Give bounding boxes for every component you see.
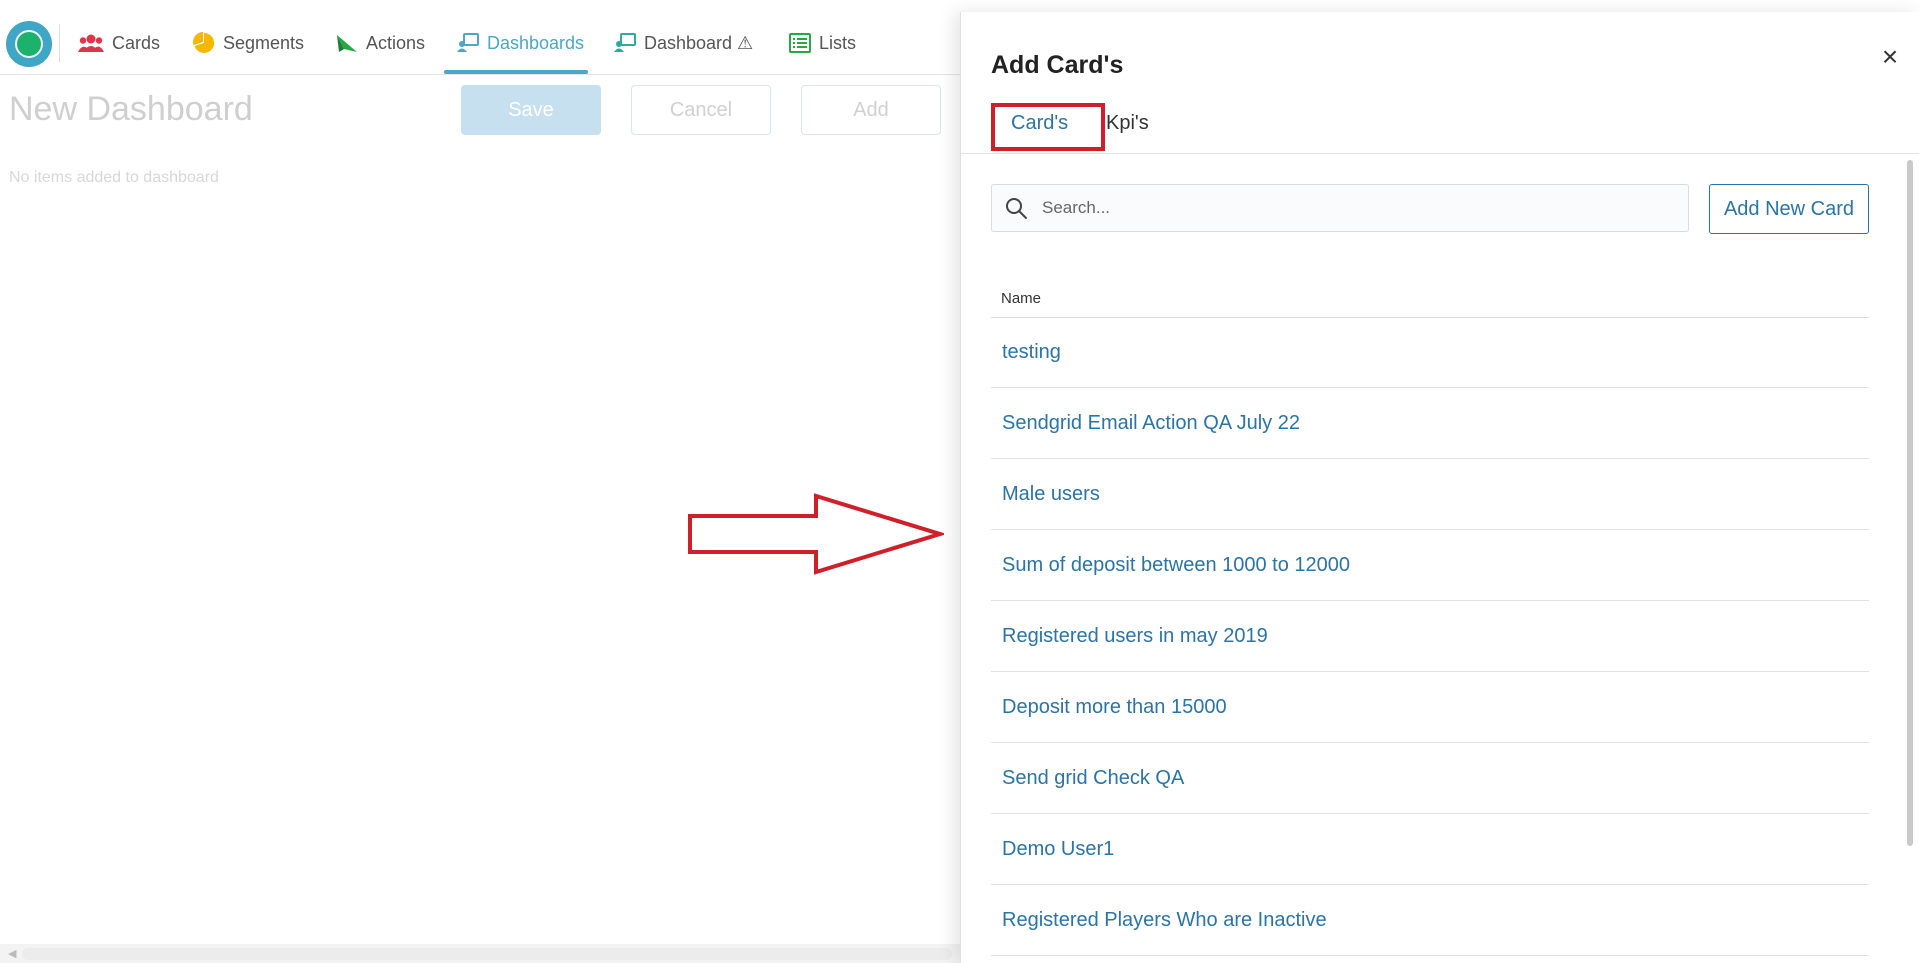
card-link[interactable]: Sum of deposit between 1000 to 12000: [1002, 554, 1350, 577]
nav-label: Actions: [366, 32, 426, 53]
nav-label: Lists: [819, 32, 857, 53]
add-button[interactable]: Add: [801, 85, 941, 135]
active-tab-indicator: [444, 70, 588, 74]
card-link[interactable]: testing: [1002, 341, 1061, 364]
card-link[interactable]: Sendgrid Email Action QA July 22: [1002, 412, 1300, 435]
nav-label: Dashboard ⚠: [644, 32, 754, 53]
nav-label: Cards: [112, 32, 161, 53]
card-link[interactable]: Send grid Check QA: [1002, 767, 1184, 790]
table-header: Name: [991, 276, 1869, 318]
card-link[interactable]: Male users: [1002, 483, 1100, 506]
card-link[interactable]: Registered Players Who are Inactive: [1002, 909, 1327, 932]
tab-kpis[interactable]: Kpi's: [1106, 112, 1149, 135]
nav-item-dashboard-warning[interactable]: Dashboard ⚠: [614, 12, 753, 74]
dashboard-icon: [457, 33, 479, 53]
card-link[interactable]: Demo User1: [1002, 838, 1114, 861]
paper-plane-icon: [336, 33, 358, 53]
table-row: Deposit more than 15000: [991, 672, 1869, 743]
nav-label: Dashboards: [487, 32, 585, 53]
cancel-button[interactable]: Cancel: [631, 85, 771, 135]
list-icon: [789, 33, 811, 53]
table-row: Demo User1: [991, 814, 1869, 885]
table-row: Send grid Check QA: [991, 743, 1869, 814]
nav-item-cards[interactable]: Cards: [78, 12, 160, 74]
horizontal-scrollbar[interactable]: ◀: [0, 944, 960, 963]
table-row: Sendgrid Email Action QA July 22: [991, 388, 1869, 459]
close-icon[interactable]: ×: [1873, 40, 1907, 74]
dashboard-icon: [614, 33, 636, 53]
panel-scrollbar[interactable]: [1907, 160, 1913, 846]
top-navbar: Cards Segments Actions Dashboards Dashbo…: [0, 12, 960, 75]
search-box[interactable]: [991, 184, 1689, 232]
add-card-panel: Add Card's × Card's Kpi's Add New Card N…: [960, 12, 1919, 963]
column-header-name[interactable]: Name: [1001, 290, 1041, 307]
nav-item-actions[interactable]: Actions: [336, 12, 425, 74]
scroll-left-icon[interactable]: ◀: [8, 947, 16, 960]
nav-divider: [59, 24, 60, 62]
app-logo[interactable]: [6, 21, 52, 67]
add-new-card-button[interactable]: Add New Card: [1709, 184, 1869, 234]
annotation-highlight-box: [991, 103, 1105, 151]
table-row: testing: [991, 318, 1869, 388]
card-link[interactable]: Registered users in may 2019: [1002, 625, 1268, 648]
nav-item-dashboards[interactable]: Dashboards: [457, 12, 584, 74]
table-row: Registered Players Who are Inactive: [991, 885, 1869, 956]
table-row: Sum of deposit between 1000 to 12000: [991, 530, 1869, 601]
users-icon: [78, 33, 104, 53]
tabs-divider: [961, 153, 1919, 154]
empty-dashboard-message: No items added to dashboard: [9, 169, 219, 186]
search-input[interactable]: [1040, 197, 1644, 219]
nav-item-segments[interactable]: Segments: [193, 12, 304, 74]
cards-list: testing Sendgrid Email Action QA July 22…: [991, 318, 1869, 956]
pie-chart-icon: [193, 32, 215, 54]
panel-title: Add Card's: [991, 51, 1124, 79]
page-title[interactable]: New Dashboard: [9, 90, 253, 129]
table-row: Male users: [991, 459, 1869, 530]
scrollbar-thumb[interactable]: [22, 948, 952, 960]
save-button[interactable]: Save: [461, 85, 601, 135]
nav-label: Segments: [223, 32, 305, 53]
annotation-arrow-icon: [688, 493, 944, 575]
search-icon: [1004, 196, 1028, 220]
table-row: Registered users in may 2019: [991, 601, 1869, 672]
nav-item-lists[interactable]: Lists: [789, 12, 856, 74]
card-link[interactable]: Deposit more than 15000: [1002, 696, 1227, 719]
